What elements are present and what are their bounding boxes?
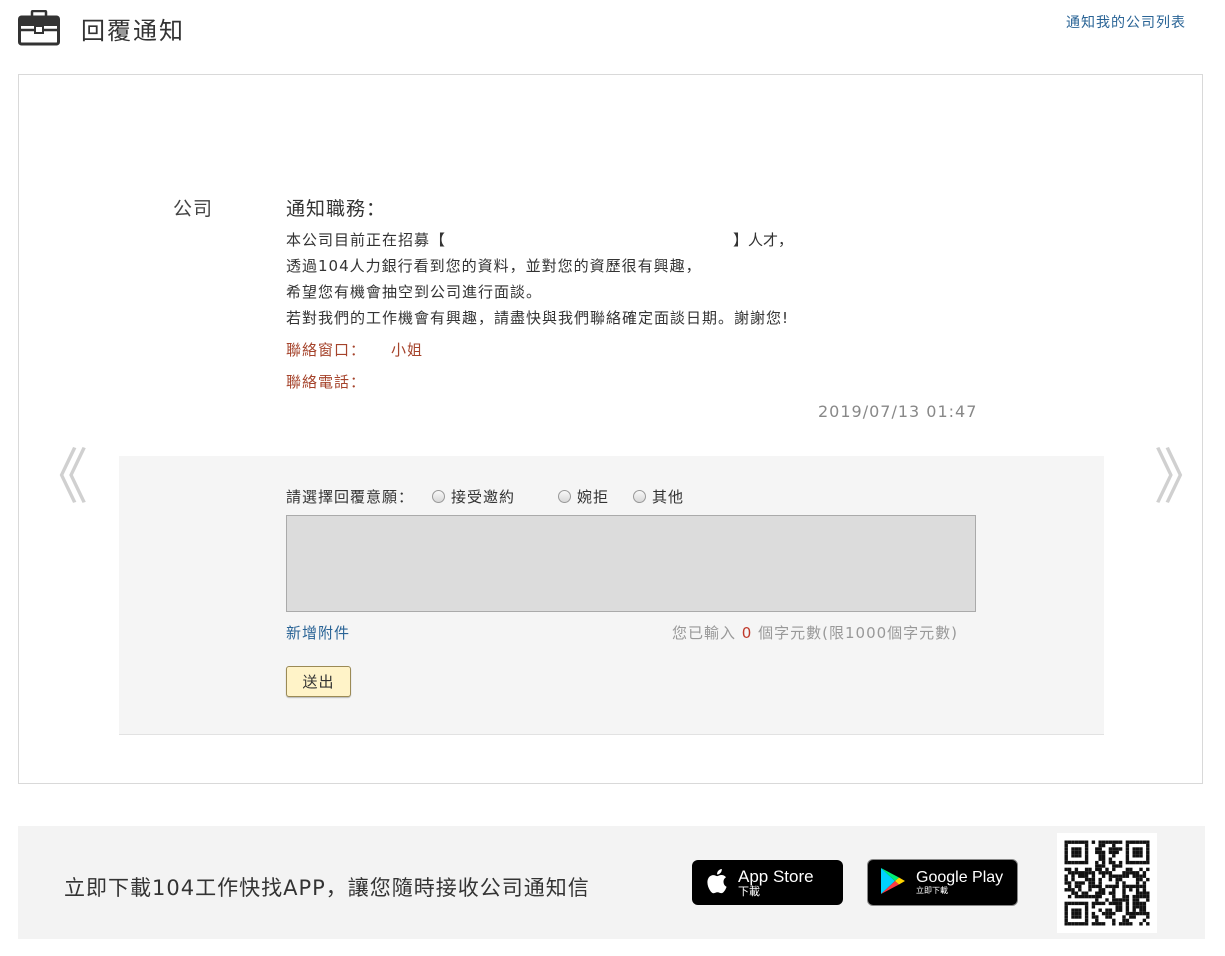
briefcase-icon bbox=[18, 9, 60, 46]
message-line-1-prefix: 本公司目前正在招募【 bbox=[286, 231, 447, 249]
google-play-label: Google Play bbox=[916, 868, 1004, 886]
message-line-2: 透過104人力銀行看到您的資料，並對您的資歷很有興趣， bbox=[286, 257, 702, 275]
character-counter: 您已輸入 0 個字元數(限1000個字元數) bbox=[672, 622, 958, 643]
radio-other[interactable]: 其他 bbox=[633, 486, 684, 507]
radio-circle[interactable] bbox=[432, 490, 445, 503]
message-line-4: 若對我們的工作機會有興趣，請盡快與我們聯絡確定面談日期。謝謝您! bbox=[286, 309, 790, 327]
app-store-button[interactable]: App Store 下載 bbox=[692, 860, 843, 905]
app-download-text: 立即下載104工作快找APP，讓您隨時接收公司通知信 bbox=[64, 876, 590, 900]
radio-circle[interactable] bbox=[558, 490, 571, 503]
counter-number: 0 bbox=[741, 624, 753, 642]
apple-icon bbox=[704, 867, 728, 899]
app-store-sublabel: 下載 bbox=[738, 884, 760, 898]
counter-prefix: 您已輸入 bbox=[672, 624, 737, 642]
previous-notice-arrow[interactable]: 《 bbox=[28, 448, 88, 508]
company-label: 公司 bbox=[173, 198, 214, 220]
radio-decline-label: 婉拒 bbox=[577, 488, 610, 506]
reply-textarea[interactable] bbox=[286, 515, 976, 612]
page-title: 回覆通知 bbox=[81, 17, 185, 45]
radio-accept[interactable]: 接受邀約 bbox=[432, 486, 515, 507]
radio-other-label: 其他 bbox=[652, 488, 685, 506]
company-list-link[interactable]: 通知我的公司列表 bbox=[1066, 12, 1186, 32]
add-attachment-link[interactable]: 新增附件 bbox=[286, 622, 350, 643]
contact-name: 小姐 bbox=[391, 341, 424, 359]
app-store-label: App Store bbox=[738, 866, 814, 886]
contact-window-label: 聯絡窗口： bbox=[286, 341, 367, 359]
notice-datetime: 2019/07/13 01:47 bbox=[818, 402, 978, 421]
google-play-sublabel: 立即下載 bbox=[916, 885, 948, 895]
radio-accept-label: 接受邀約 bbox=[451, 488, 516, 506]
contact-phone-label: 聯絡電話： bbox=[286, 373, 367, 391]
message-line-1-suffix: 】人才， bbox=[733, 231, 794, 249]
message-line-3: 希望您有機會抽空到公司進行面談。 bbox=[286, 283, 543, 301]
qr-code-image bbox=[1057, 833, 1157, 933]
submit-button[interactable]: 送出 bbox=[286, 666, 351, 697]
radio-decline[interactable]: 婉拒 bbox=[558, 486, 609, 507]
radio-circle[interactable] bbox=[633, 490, 646, 503]
google-play-button[interactable]: Google Play 立即下載 bbox=[867, 859, 1018, 906]
next-notice-arrow[interactable]: 》 bbox=[1154, 448, 1214, 508]
job-title-label: 通知職務： bbox=[286, 198, 387, 220]
counter-suffix: 個字元數(限1000個字元數) bbox=[758, 624, 959, 642]
reply-prompt: 請選擇回覆意願： bbox=[286, 488, 415, 506]
google-play-icon bbox=[880, 867, 906, 899]
